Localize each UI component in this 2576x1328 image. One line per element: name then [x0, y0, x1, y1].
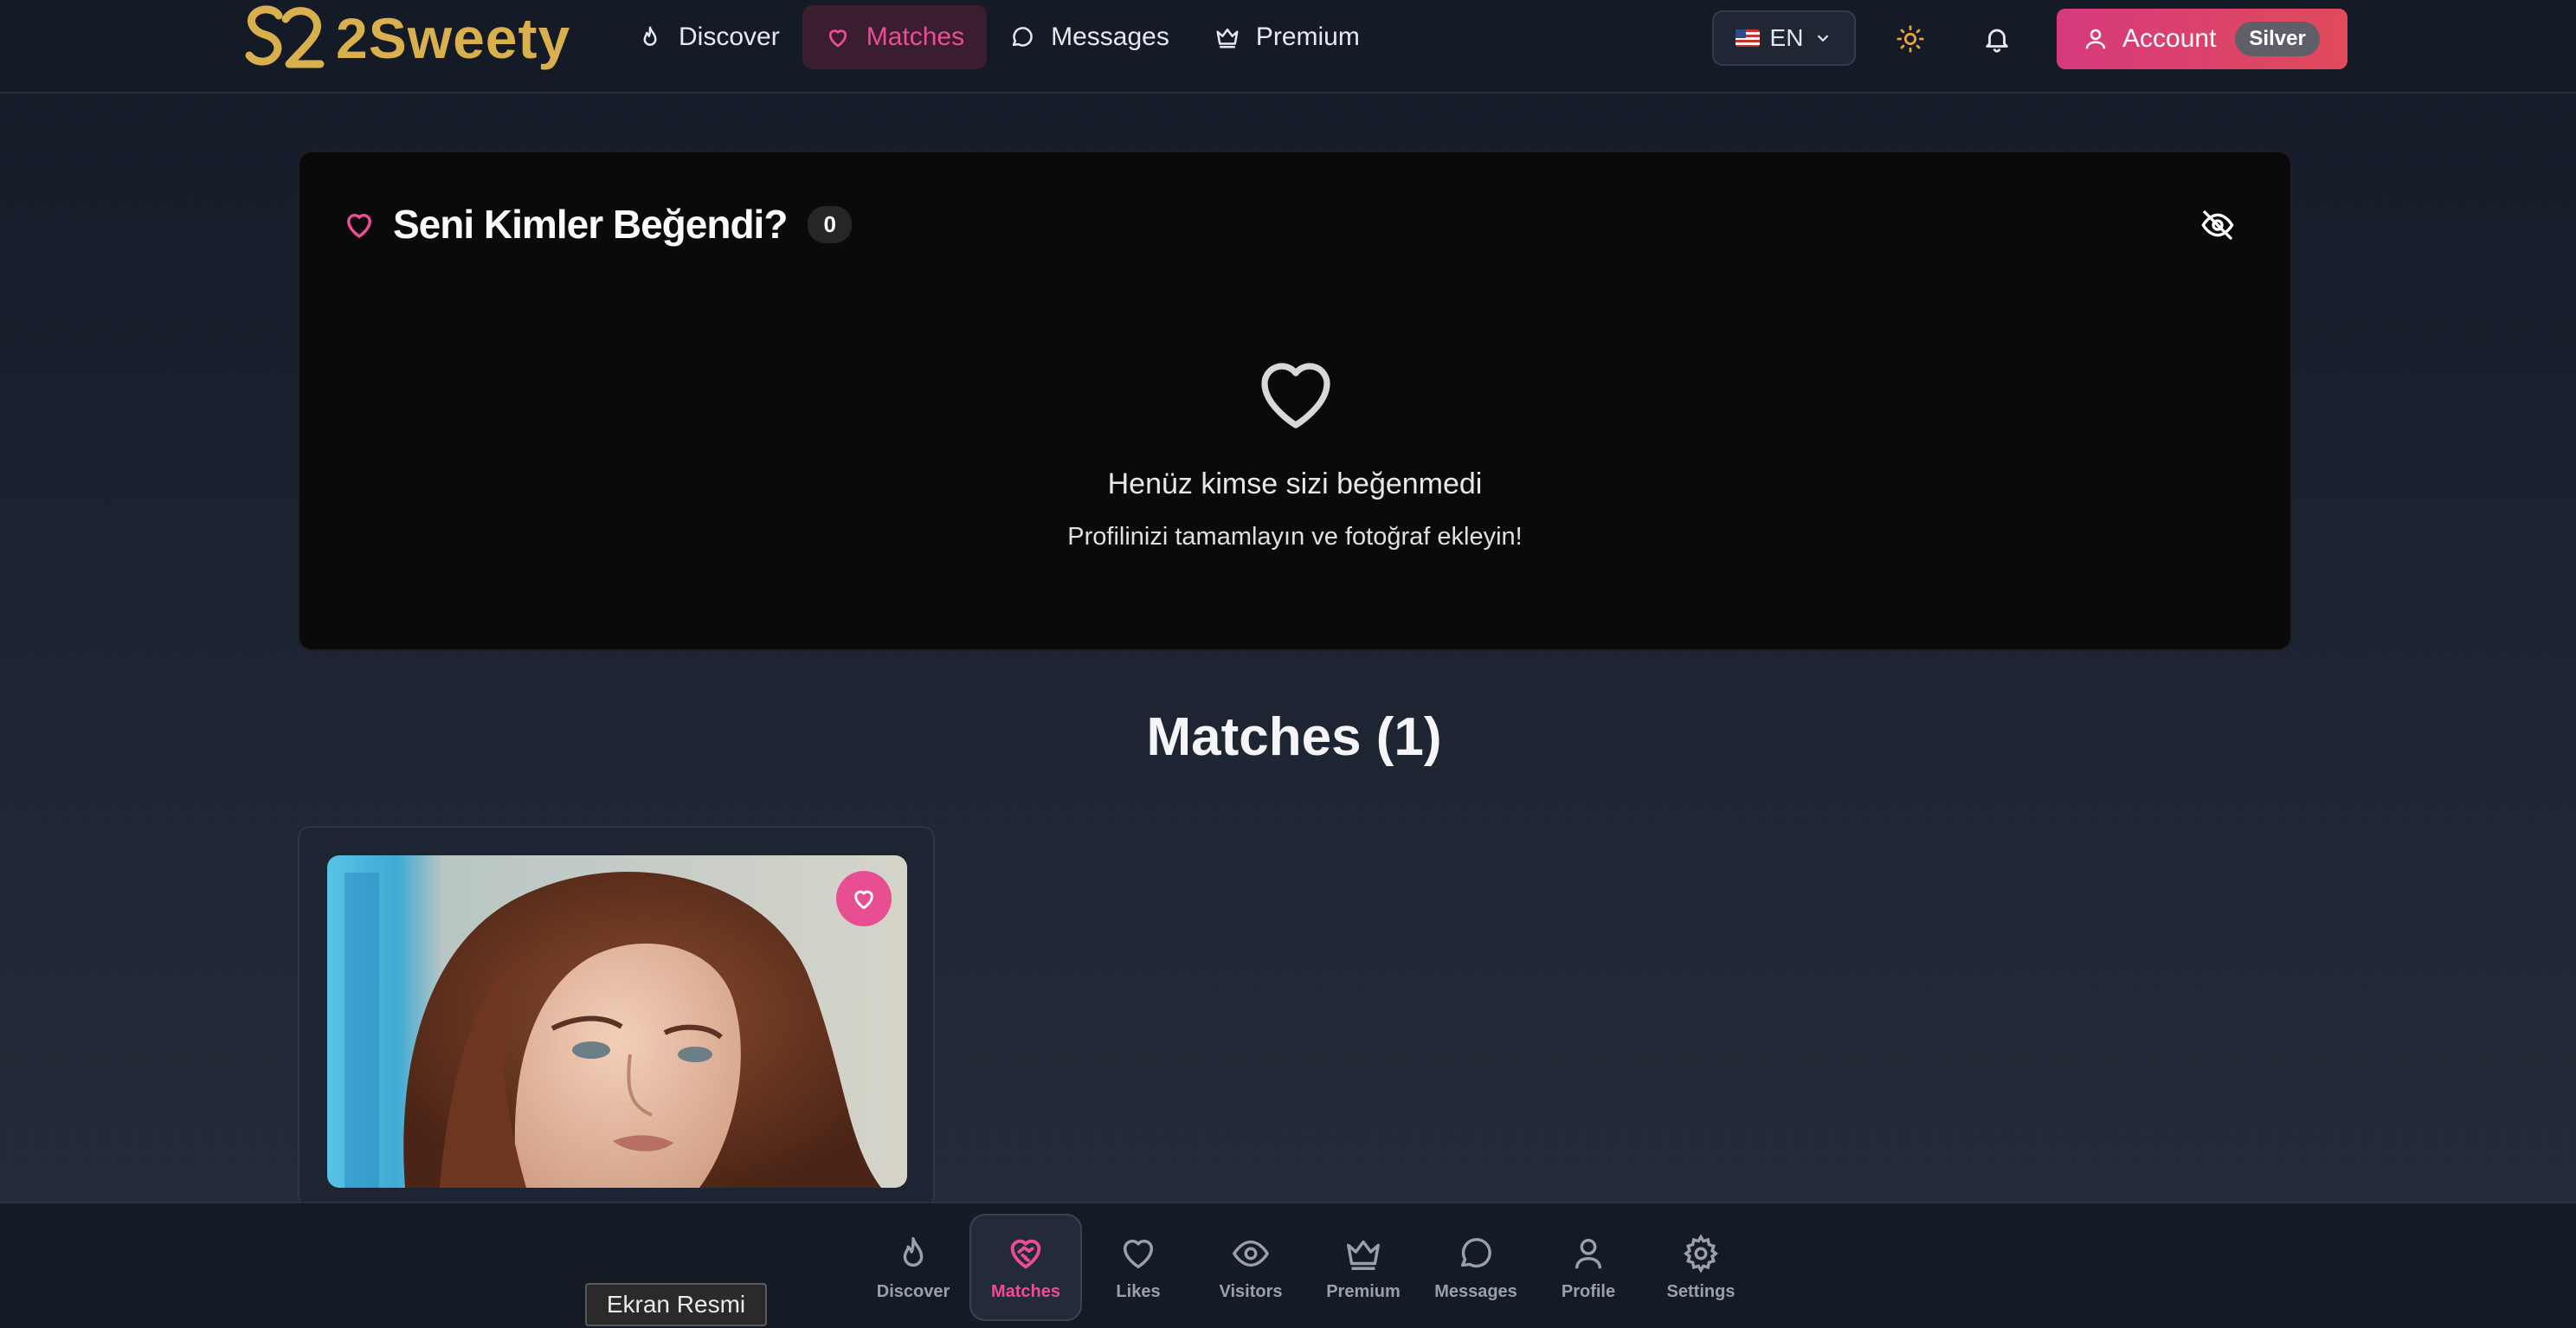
crown-icon	[1216, 29, 1239, 48]
heart-icon	[828, 29, 847, 48]
user-icon	[1575, 1238, 1602, 1268]
account-label: Account	[2122, 24, 2217, 53]
nav-premium-label: Premium	[1255, 23, 1360, 51]
empty-state-title: Henüz kimse sizi beğenmedi	[1107, 467, 1483, 500]
nav-messages-label: Messages	[1051, 23, 1169, 51]
main-nav: Discover Matches Messages Premium	[615, 5, 1382, 69]
bottom-nav-likes[interactable]: Likes	[1082, 1214, 1195, 1321]
matches-heading: Matches (1)	[1146, 707, 1442, 767]
likes-count-badge: 0	[808, 205, 852, 243]
bottom-nav-label: Settings	[1666, 1281, 1736, 1301]
bottom-nav-label: Discover	[876, 1281, 950, 1301]
heart-outline-icon	[1261, 363, 1330, 429]
bottom-nav-premium[interactable]: Premium	[1307, 1214, 1420, 1321]
bottom-navbar: Discover Matches Likes Visitors Premium …	[0, 1202, 2576, 1328]
user-icon	[2085, 29, 2106, 49]
empty-state-subtitle: Profilinizi tamamlayın ve fotoğraf ekley…	[1067, 523, 1523, 551]
language-label: EN	[1769, 24, 1804, 51]
bottom-nav-label: Messages	[1434, 1281, 1517, 1301]
logo[interactable]: 2Sweety	[241, 3, 570, 73]
top-navbar: 2Sweety Discover Matches Messages Premiu…	[0, 0, 2576, 93]
bottom-nav-messages[interactable]: Messages	[1420, 1214, 1532, 1321]
bottom-nav-label: Matches	[990, 1281, 1061, 1301]
likes-title: Seni Kimler Beğendi?	[393, 202, 788, 247]
nav-matches-label: Matches	[866, 23, 965, 51]
nav-discover-label: Discover	[679, 23, 780, 51]
chat-icon	[1012, 27, 1033, 47]
eye-off-icon[interactable]	[2200, 208, 2235, 242]
crown-icon	[1347, 1240, 1380, 1270]
notifications-button[interactable]	[1975, 17, 2019, 61]
bottom-nav-label: Profile	[1561, 1281, 1616, 1301]
nav-discover[interactable]: Discover	[615, 5, 802, 69]
heart-icon	[347, 214, 371, 238]
profile-photo	[327, 855, 907, 1188]
heart-handshake-icon	[1010, 1239, 1041, 1268]
account-button[interactable]: Account Silver	[2057, 9, 2347, 69]
bottom-nav-label: Premium	[1326, 1281, 1401, 1301]
bell-icon	[1986, 29, 2008, 53]
heart-icon	[854, 890, 873, 910]
theme-toggle-button[interactable]	[1889, 17, 1932, 61]
nav-messages[interactable]: Messages	[987, 5, 1192, 69]
likes-panel: Seni Kimler Beğendi? 0 Henüz kimse sizi …	[298, 151, 2292, 651]
bottom-nav-discover[interactable]: Discover	[857, 1214, 969, 1321]
tier-badge: Silver	[2235, 22, 2320, 56]
flame-icon	[903, 1236, 924, 1267]
bottom-nav-label: Visitors	[1219, 1281, 1283, 1301]
logo-icon	[245, 5, 325, 68]
match-photo[interactable]	[327, 855, 907, 1188]
us-flag-icon	[1735, 29, 1760, 47]
bottom-nav-matches[interactable]: Matches	[969, 1214, 1082, 1321]
bottom-nav-visitors[interactable]: Visitors	[1195, 1214, 1307, 1321]
nav-premium[interactable]: Premium	[1192, 5, 1382, 69]
bottom-nav-label: Likes	[1116, 1281, 1161, 1301]
flame-icon	[643, 26, 657, 46]
language-selector[interactable]: EN	[1712, 10, 1856, 66]
bottom-nav-settings[interactable]: Settings	[1645, 1214, 1757, 1321]
match-card[interactable]	[298, 826, 935, 1207]
chat-icon	[1460, 1237, 1491, 1267]
screenshot-tooltip: Ekran Resmi	[585, 1283, 767, 1326]
like-button[interactable]	[836, 871, 892, 926]
sun-icon	[1897, 25, 1924, 53]
likes-header: Seni Kimler Beğendi? 0	[341, 201, 852, 248]
gear-icon	[1683, 1233, 1719, 1273]
eye-icon	[1232, 1240, 1270, 1267]
nav-matches[interactable]: Matches	[802, 5, 988, 69]
heart-icon	[1123, 1239, 1154, 1268]
chevron-down-icon	[1818, 35, 1829, 42]
brand-name: 2Sweety	[336, 6, 571, 70]
bottom-nav-profile[interactable]: Profile	[1532, 1214, 1645, 1321]
bottom-nav: Discover Matches Likes Visitors Premium …	[857, 1214, 1757, 1321]
